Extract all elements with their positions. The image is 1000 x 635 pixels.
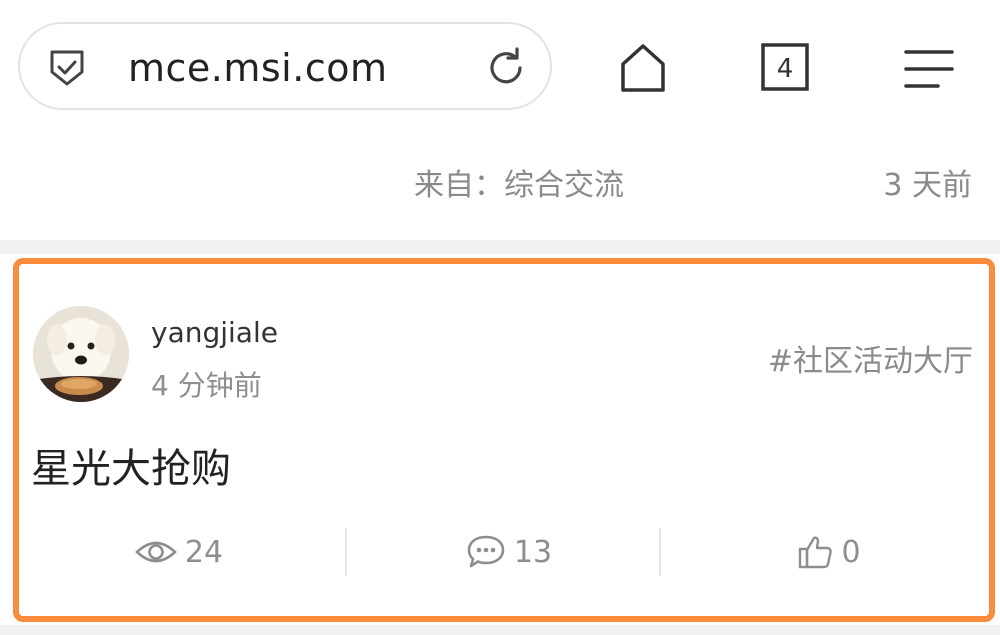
dog-avatar-image bbox=[33, 306, 129, 402]
topic-tag[interactable]: #社区活动大厅 bbox=[768, 336, 973, 380]
stat-divider bbox=[659, 528, 661, 576]
likes-count: 0 bbox=[841, 534, 861, 570]
url-text[interactable]: mce.msi.com bbox=[128, 46, 387, 90]
post-stats: 24 13 0 bbox=[19, 522, 989, 582]
previous-post-meta: 来自：综合交流 3 天前 bbox=[0, 130, 1000, 240]
post-timestamp: 4 分钟前 bbox=[151, 369, 262, 402]
comment-bubble-icon bbox=[467, 535, 505, 568]
comments-count: 13 bbox=[513, 534, 553, 570]
list-divider bbox=[0, 625, 1000, 635]
list-divider bbox=[0, 240, 1000, 254]
post-source[interactable]: 来自：综合交流 bbox=[414, 160, 624, 204]
likes-stat[interactable]: 0 bbox=[669, 522, 989, 582]
eye-icon bbox=[135, 541, 177, 563]
comments-stat[interactable]: 13 bbox=[349, 522, 669, 582]
browser-toolbar: mce.msi.com 4 bbox=[0, 0, 1000, 130]
post-timestamp: 3 天前 bbox=[883, 168, 972, 203]
shield-check-icon[interactable] bbox=[48, 48, 86, 88]
stat-divider bbox=[345, 528, 347, 576]
tab-count: 4 bbox=[777, 54, 794, 84]
post-card[interactable]: yangjiale 4 分钟前 #社区活动大厅 星光大抢购 24 13 0 bbox=[13, 258, 995, 622]
thumbs-up-icon bbox=[799, 536, 833, 569]
views-count: 24 bbox=[184, 534, 224, 570]
post-title[interactable]: 星光大抢购 bbox=[31, 436, 231, 494]
menu-icon[interactable] bbox=[902, 44, 956, 94]
avatar[interactable] bbox=[33, 306, 129, 402]
views-stat: 24 bbox=[19, 522, 339, 582]
author-name[interactable]: yangjiale bbox=[151, 316, 278, 349]
reload-icon[interactable] bbox=[484, 46, 528, 90]
address-bar[interactable]: mce.msi.com bbox=[18, 22, 552, 110]
tabs-icon[interactable]: 4 bbox=[760, 42, 810, 92]
home-icon[interactable] bbox=[618, 42, 668, 94]
